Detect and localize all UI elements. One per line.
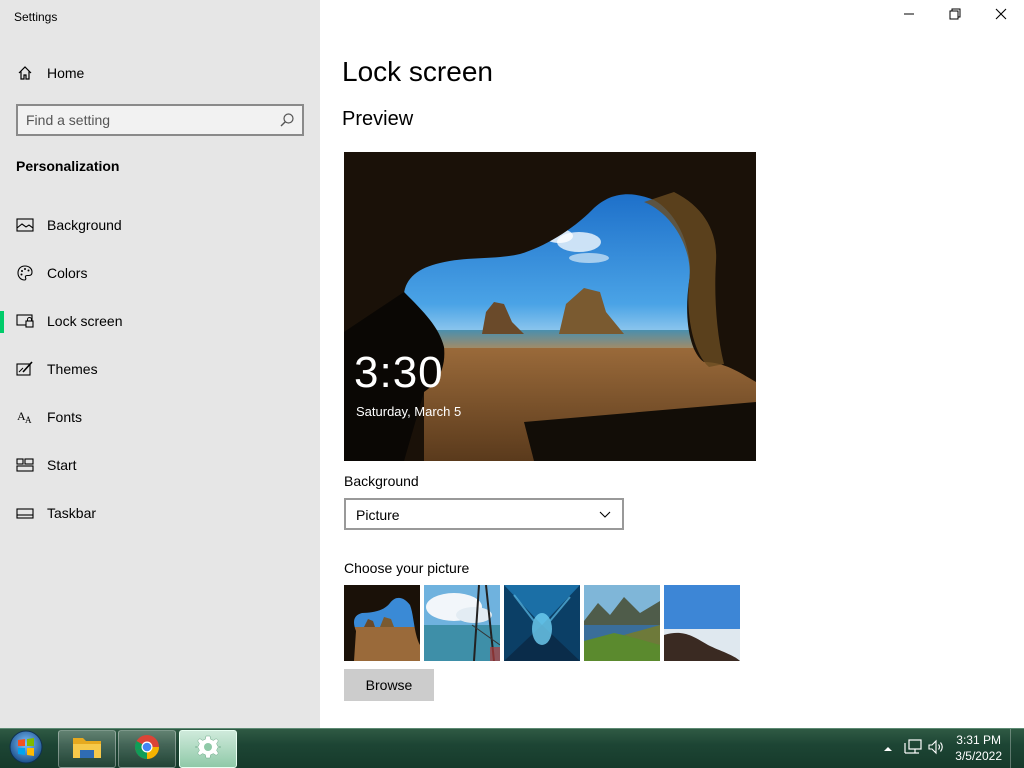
sidebar-item-themes[interactable]: Themes xyxy=(0,349,320,389)
sidebar-item-label: Colors xyxy=(47,265,88,281)
nav-home[interactable]: Home xyxy=(0,53,320,93)
fonts-icon: AA xyxy=(16,408,34,426)
lock-screen-icon xyxy=(16,312,34,330)
search-box[interactable] xyxy=(16,104,304,136)
windows-logo-icon xyxy=(8,729,44,768)
chevron-down-icon xyxy=(598,508,612,522)
picture-thumbnail-mountain-lake[interactable] xyxy=(584,585,660,661)
lock-screen-preview: 3:30 Saturday, March 5 xyxy=(344,152,756,461)
gear-icon xyxy=(194,734,222,765)
taskbar-chrome[interactable] xyxy=(118,730,176,768)
app-title: Settings xyxy=(14,10,58,24)
section-title: Personalization xyxy=(16,158,120,174)
taskbar-file-explorer[interactable] xyxy=(58,730,116,768)
page-title: Lock screen xyxy=(342,56,493,87)
sidebar-item-label: Taskbar xyxy=(47,505,97,521)
minimize-icon xyxy=(903,7,915,25)
preview-time: 3:30 xyxy=(354,348,444,397)
speaker-icon xyxy=(928,739,946,760)
sidebar-item-start[interactable]: Start xyxy=(0,445,320,485)
home-icon xyxy=(16,64,34,82)
preview-title: Preview xyxy=(342,108,414,130)
taskbar-icon xyxy=(16,504,34,522)
sidebar: Settings Home Personalization Background… xyxy=(0,0,320,728)
browse-button[interactable]: Browse xyxy=(344,669,434,701)
sidebar-item-fonts[interactable]: AA Fonts xyxy=(0,397,320,437)
sidebar-item-background[interactable]: Background xyxy=(0,205,320,245)
background-label: Background xyxy=(344,473,419,489)
background-dropdown[interactable]: Picture xyxy=(344,498,624,530)
start-icon xyxy=(16,456,34,474)
sidebar-item-taskbar[interactable]: Taskbar xyxy=(0,493,320,533)
preview-date: Saturday, March 5 xyxy=(356,404,462,419)
palette-icon xyxy=(16,264,34,282)
themes-icon xyxy=(16,360,34,378)
choose-picture-label: Choose your picture xyxy=(344,560,470,576)
close-button[interactable] xyxy=(978,0,1024,32)
background-dropdown-value: Picture xyxy=(356,507,400,523)
chevron-up-icon xyxy=(883,740,893,758)
sidebar-item-lock-screen[interactable]: Lock screen xyxy=(0,301,320,341)
taskbar-clock[interactable]: 3:31 PM 3/5/2022 xyxy=(955,732,1002,764)
search-icon[interactable] xyxy=(278,111,296,129)
sidebar-item-label: Start xyxy=(47,457,77,473)
clock-date: 3/5/2022 xyxy=(955,749,1002,763)
taskbar-settings[interactable] xyxy=(179,730,237,768)
clock-time: 3:31 PM xyxy=(956,733,1001,747)
sidebar-item-label: Fonts xyxy=(47,409,83,425)
taskbar: 3:31 PM 3/5/2022 xyxy=(0,728,1024,768)
nav-home-label: Home xyxy=(47,65,85,81)
picture-icon xyxy=(16,216,34,234)
picture-thumbnail-blue-ice[interactable] xyxy=(504,585,580,661)
sidebar-item-label: Lock screen xyxy=(47,313,123,329)
picture-thumbnail-cliff-sea[interactable] xyxy=(664,585,740,661)
network-tray-button[interactable] xyxy=(902,729,924,768)
chrome-icon xyxy=(133,733,161,766)
show-desktop-button[interactable] xyxy=(1010,729,1024,768)
show-hidden-icons-button[interactable] xyxy=(881,729,895,768)
start-button[interactable] xyxy=(4,730,48,768)
network-icon xyxy=(904,738,922,760)
picture-thumbnail-glass-sky[interactable] xyxy=(424,585,500,661)
folder-icon xyxy=(71,734,103,765)
search-input[interactable] xyxy=(26,110,276,130)
minimize-button[interactable] xyxy=(886,0,932,32)
close-icon xyxy=(995,7,1007,25)
volume-tray-button[interactable] xyxy=(926,729,948,768)
restore-button[interactable] xyxy=(932,0,978,32)
sidebar-item-label: Themes xyxy=(47,361,98,377)
sidebar-item-label: Background xyxy=(47,217,122,233)
svg-text:A: A xyxy=(25,415,32,425)
picture-thumbnail-cave-beach[interactable] xyxy=(344,585,420,661)
sidebar-item-colors[interactable]: Colors xyxy=(0,253,320,293)
restore-icon xyxy=(949,7,961,25)
